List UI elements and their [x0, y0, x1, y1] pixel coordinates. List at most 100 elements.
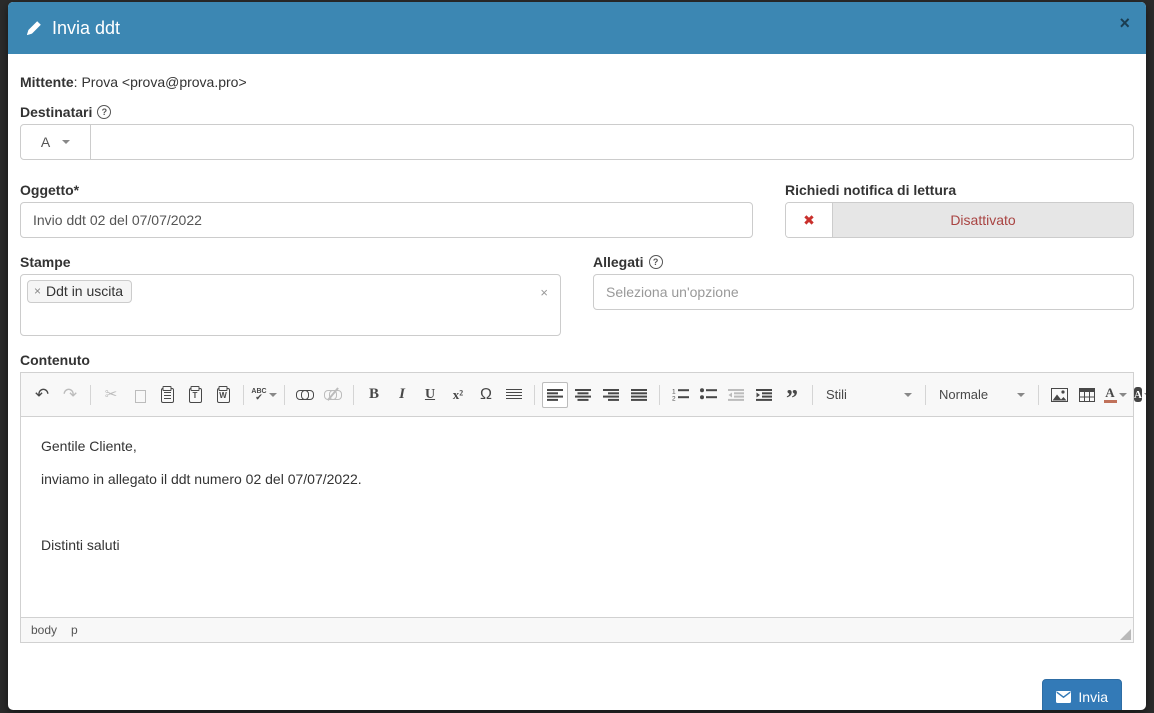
- blockquote-icon[interactable]: ”: [779, 382, 805, 408]
- modal-title-text: Invia ddt: [52, 18, 120, 39]
- outdent-shape: [728, 389, 744, 401]
- chevron-down-icon: [269, 393, 277, 397]
- svg-text:2: 2: [672, 396, 676, 402]
- spellcheck-shape: ABC ✔: [251, 388, 266, 402]
- prints-multiselect[interactable]: × Ddt in uscita ×: [20, 274, 561, 336]
- prints-attachments-row: Stampe × Ddt in uscita × Allegati ?: [20, 254, 1134, 336]
- svg-text:1: 1: [672, 389, 676, 396]
- background-color-icon[interactable]: A: [1130, 382, 1146, 408]
- sender-value: : Prova <prova@prova.pro>: [74, 74, 247, 90]
- subject-column: Oggetto*: [20, 182, 753, 238]
- justify-icon[interactable]: [626, 382, 652, 408]
- prints-column: Stampe × Ddt in uscita ×: [20, 254, 561, 336]
- paste-from-word-icon[interactable]: W: [210, 382, 236, 408]
- insert-table-icon[interactable]: [1074, 382, 1100, 408]
- decrease-indent-icon[interactable]: [723, 382, 749, 408]
- styles-dropdown[interactable]: Stili: [820, 382, 918, 408]
- italic-icon[interactable]: I: [389, 382, 415, 408]
- increase-indent-icon[interactable]: [751, 382, 777, 408]
- align-left-icon[interactable]: [542, 382, 568, 408]
- editor-paragraph: inviamo in allegato il ddt numero 02 del…: [41, 470, 1113, 488]
- insert-image-icon[interactable]: [1046, 382, 1072, 408]
- clear-selection-icon[interactable]: ×: [540, 285, 548, 300]
- spellcheck-icon[interactable]: ABC ✔: [251, 382, 277, 408]
- path-item-body[interactable]: body: [31, 623, 57, 637]
- color-bar: [1104, 400, 1117, 403]
- sender-line: Mittente: Prova <prova@prova.pro>: [20, 74, 1134, 90]
- recipient-type-dropdown[interactable]: A: [21, 125, 91, 159]
- toolbar-separator: [90, 385, 91, 405]
- toolbar-separator: [284, 385, 285, 405]
- rich-text-editor: ↶ ↷ ✂ T W ABC ✔: [20, 372, 1134, 643]
- slash-shape: [327, 387, 338, 400]
- numbered-list-icon[interactable]: 12: [667, 382, 693, 408]
- toggle-state-text[interactable]: Disattivato: [833, 203, 1133, 237]
- help-icon[interactable]: ?: [97, 105, 111, 119]
- print-tag: × Ddt in uscita: [27, 280, 132, 303]
- justify-shape: [631, 389, 647, 401]
- editor-paragraph: Distinti saluti: [41, 536, 1113, 554]
- toolbar-separator: [659, 385, 660, 405]
- image-shape: [1051, 388, 1068, 402]
- table-shape: [1079, 388, 1095, 402]
- chevron-down-icon: [1017, 393, 1025, 397]
- subject-notify-row: Oggetto* Richiedi notifica di lettura ✖ …: [20, 182, 1134, 238]
- horizontal-line-icon[interactable]: [501, 382, 527, 408]
- recipients-input-group: A: [20, 124, 1134, 160]
- modal-body: Mittente: Prova <prova@prova.pro> Destin…: [8, 54, 1146, 710]
- bulleted-list-shape: [700, 388, 717, 401]
- modal-header: Invia ddt ×: [8, 2, 1146, 54]
- paste-icon[interactable]: [154, 382, 180, 408]
- lines-shape: [506, 389, 522, 400]
- toggle-x-icon[interactable]: ✖: [786, 203, 833, 237]
- toolbar-separator: [353, 385, 354, 405]
- align-right-shape: [603, 389, 619, 401]
- toolbar-separator: [925, 385, 926, 405]
- underline-icon[interactable]: U: [417, 382, 443, 408]
- align-right-icon[interactable]: [598, 382, 624, 408]
- editor-content-area[interactable]: Gentile Cliente, inviamo in allegato il …: [21, 417, 1133, 617]
- cut-icon[interactable]: ✂: [98, 382, 124, 408]
- tag-remove-icon[interactable]: ×: [34, 284, 41, 298]
- editor-paragraph: Gentile Cliente,: [41, 437, 1113, 455]
- bold-icon[interactable]: B: [361, 382, 387, 408]
- paste-plain-text-icon[interactable]: T: [182, 382, 208, 408]
- subject-label: Oggetto*: [20, 182, 79, 198]
- send-button[interactable]: Invia: [1042, 679, 1122, 710]
- superscript-icon[interactable]: x²: [445, 382, 471, 408]
- attachments-label: Allegati: [593, 254, 644, 270]
- clipboard-letter: W: [219, 391, 227, 400]
- close-icon[interactable]: ×: [1119, 14, 1130, 32]
- bulleted-list-icon[interactable]: [695, 382, 721, 408]
- special-character-icon[interactable]: Ω: [473, 382, 499, 408]
- align-center-shape: [575, 389, 591, 401]
- attachments-select[interactable]: [593, 274, 1134, 310]
- chain-shape: [296, 390, 314, 399]
- recipients-input[interactable]: [91, 125, 1133, 159]
- text-color-icon[interactable]: A: [1102, 382, 1128, 408]
- modal-footer: Invia: [20, 661, 1134, 710]
- toolbar-separator: [243, 385, 244, 405]
- color-letter: A: [1105, 386, 1114, 399]
- copy-icon[interactable]: [126, 382, 152, 408]
- undo-icon[interactable]: ↶: [29, 382, 55, 408]
- modal-title: Invia ddt: [26, 18, 120, 39]
- read-receipt-toggle[interactable]: ✖ Disattivato: [785, 202, 1134, 238]
- format-dropdown[interactable]: Normale: [933, 382, 1031, 408]
- styles-dropdown-value: Stili: [826, 387, 878, 402]
- unlink-icon[interactable]: [320, 382, 346, 408]
- redo-icon[interactable]: ↷: [57, 382, 83, 408]
- align-center-icon[interactable]: [570, 382, 596, 408]
- toolbar-separator: [812, 385, 813, 405]
- send-button-label: Invia: [1078, 689, 1108, 705]
- link-icon[interactable]: [292, 382, 318, 408]
- align-left-shape: [547, 389, 563, 401]
- subject-input[interactable]: [20, 202, 753, 238]
- resize-grip[interactable]: [1120, 629, 1131, 640]
- indent-shape: [756, 389, 772, 401]
- recipient-type-value: A: [41, 134, 50, 150]
- help-icon[interactable]: ?: [649, 255, 663, 269]
- print-tag-label: Ddt in uscita: [46, 283, 123, 299]
- path-item-p[interactable]: p: [71, 623, 78, 637]
- subject-label-row: Oggetto*: [20, 182, 753, 198]
